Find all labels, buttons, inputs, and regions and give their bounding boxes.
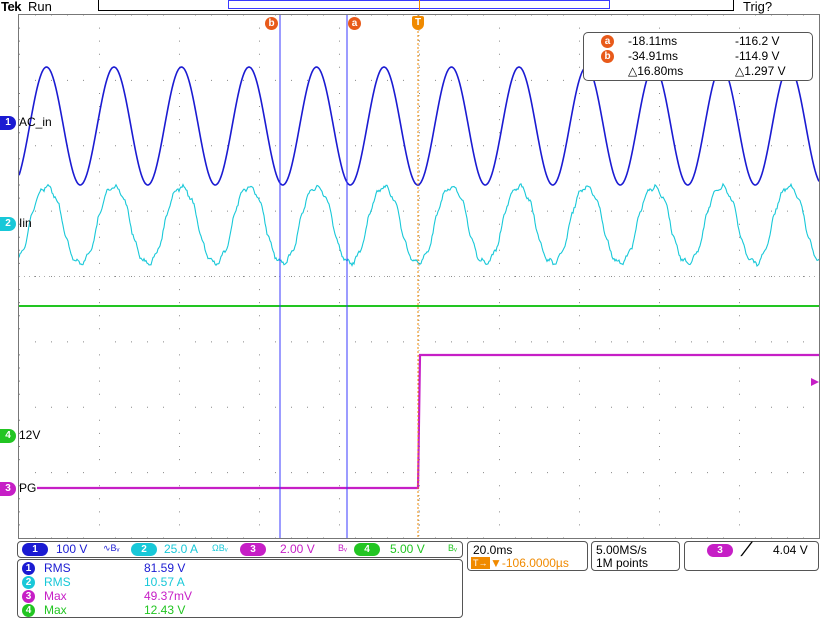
acquisition-status[interactable]: Run — [28, 0, 52, 14]
ch3-ground-marker[interactable]: 3 PG — [0, 481, 90, 497]
record-position-bar[interactable] — [98, 0, 734, 11]
brand-logo: Tek — [1, 0, 21, 14]
timebase-scale[interactable]: 20.0ms — [473, 543, 512, 557]
cursor-b-value: -114.9 V — [735, 49, 779, 64]
ohm-bandwidth-icon: ΩBᵥ — [212, 543, 228, 553]
meas1-channel-badge: 1 — [22, 562, 35, 575]
ch2-scale-chip[interactable]: 2 — [131, 543, 157, 556]
meas2-name: RMS — [44, 575, 71, 590]
ch1-ground-marker[interactable]: 1 AC_in — [0, 115, 90, 131]
ch3-scale-value[interactable]: 2.00 V — [280, 542, 315, 556]
cursor-b-time: -34.91ms — [628, 49, 678, 64]
cursor-b-badge: b — [601, 50, 614, 63]
ch4-ground-marker[interactable]: 4 12V — [0, 428, 90, 444]
cursor-a-badge: a — [601, 35, 614, 48]
meas2-value: 10.57 A — [144, 575, 185, 590]
ch1-marker-badge: 1 — [0, 116, 16, 130]
timebase-panel[interactable]: 20.0ms T→ ▼-106.0000µs — [467, 541, 588, 571]
cursor-delta-time: △16.80ms — [628, 64, 683, 79]
record-trigger-line — [419, 0, 420, 10]
meas4-name: Max — [44, 603, 67, 618]
cursor-readout[interactable]: a -18.11ms -116.2 V b -34.91ms -114.9 V … — [583, 32, 813, 81]
ch3-label: PG — [19, 481, 36, 495]
trigger-panel[interactable]: 3 ╱ 4.04 V — [684, 541, 819, 571]
ch4-scale-chip[interactable]: 4 — [354, 543, 380, 556]
bandwidth-limit-icon: ∿Bᵥ — [103, 543, 119, 554]
rising-edge-icon: ╱ — [742, 542, 749, 556]
meas3-channel-badge: 3 — [22, 590, 35, 603]
cursor-delta-value: △1.297 V — [735, 64, 786, 79]
acquisition-panel[interactable]: 5.00MS/s 1M points — [591, 541, 680, 571]
timebase-position[interactable]: ▼-106.0000µs — [490, 556, 569, 570]
cursor-a-marker[interactable]: a — [348, 17, 361, 30]
meas3-name: Max — [44, 589, 67, 604]
ch4-marker-badge: 4 — [0, 429, 16, 443]
ch3-pg-waveform — [37, 355, 819, 488]
trigger-level[interactable]: 4.04 V — [773, 543, 808, 557]
ch1-label: AC_in — [19, 115, 52, 129]
meas1-value: 81.59 V — [144, 561, 185, 576]
record-length[interactable]: 1M points — [596, 556, 648, 570]
cursor-a-time: -18.11ms — [628, 34, 677, 49]
trigger-position-icon: T→ — [471, 557, 490, 569]
ch1-scale-value[interactable]: 100 V — [56, 542, 87, 556]
ch3-marker-badge: 3 — [0, 482, 16, 496]
graticule — [19, 15, 819, 538]
waveform-display[interactable] — [18, 14, 820, 539]
ch2-marker-badge: 2 — [0, 217, 16, 231]
ch2-label: Iin — [19, 216, 32, 230]
trigger-source-chip[interactable]: 3 — [707, 544, 733, 557]
measurements-panel[interactable]: 1 RMS 81.59 V 2 RMS 10.57 A 3 Max 49.37m… — [17, 559, 463, 618]
meas1-name: RMS — [44, 561, 71, 576]
ch2-iin-waveform — [19, 184, 819, 266]
channel-scale-bar[interactable]: 1 100 V ∿Bᵥ 2 25.0 A ΩBᵥ 3 2.00 V Bᵥ 4 5… — [17, 541, 463, 558]
meas4-value: 12.43 V — [144, 603, 185, 618]
ch1-scale-chip[interactable]: 1 — [22, 543, 48, 556]
trigger-position-marker[interactable]: T — [412, 16, 424, 30]
ch2-scale-value[interactable]: 25.0 A — [164, 542, 198, 556]
ch4-scale-value[interactable]: 5.00 V — [390, 542, 425, 556]
cursor-b-marker[interactable]: b — [265, 17, 278, 30]
trigger-status: Trig? — [743, 0, 772, 14]
meas2-channel-badge: 2 — [22, 576, 35, 589]
ch4-label: 12V — [19, 428, 40, 442]
ch3-scale-chip[interactable]: 3 — [240, 543, 266, 556]
bandwidth-icon: Bᵥ — [448, 543, 457, 553]
meas4-channel-badge: 4 — [22, 604, 35, 617]
sample-rate: 5.00MS/s — [596, 543, 647, 557]
cursor-a-value: -116.2 V — [735, 34, 779, 49]
trigger-level-arrow-icon[interactable] — [811, 378, 819, 386]
meas3-value: 49.37mV — [144, 589, 192, 604]
bandwidth-icon: Bᵥ — [338, 543, 347, 553]
ch2-ground-marker[interactable]: 2 Iin — [0, 216, 90, 232]
